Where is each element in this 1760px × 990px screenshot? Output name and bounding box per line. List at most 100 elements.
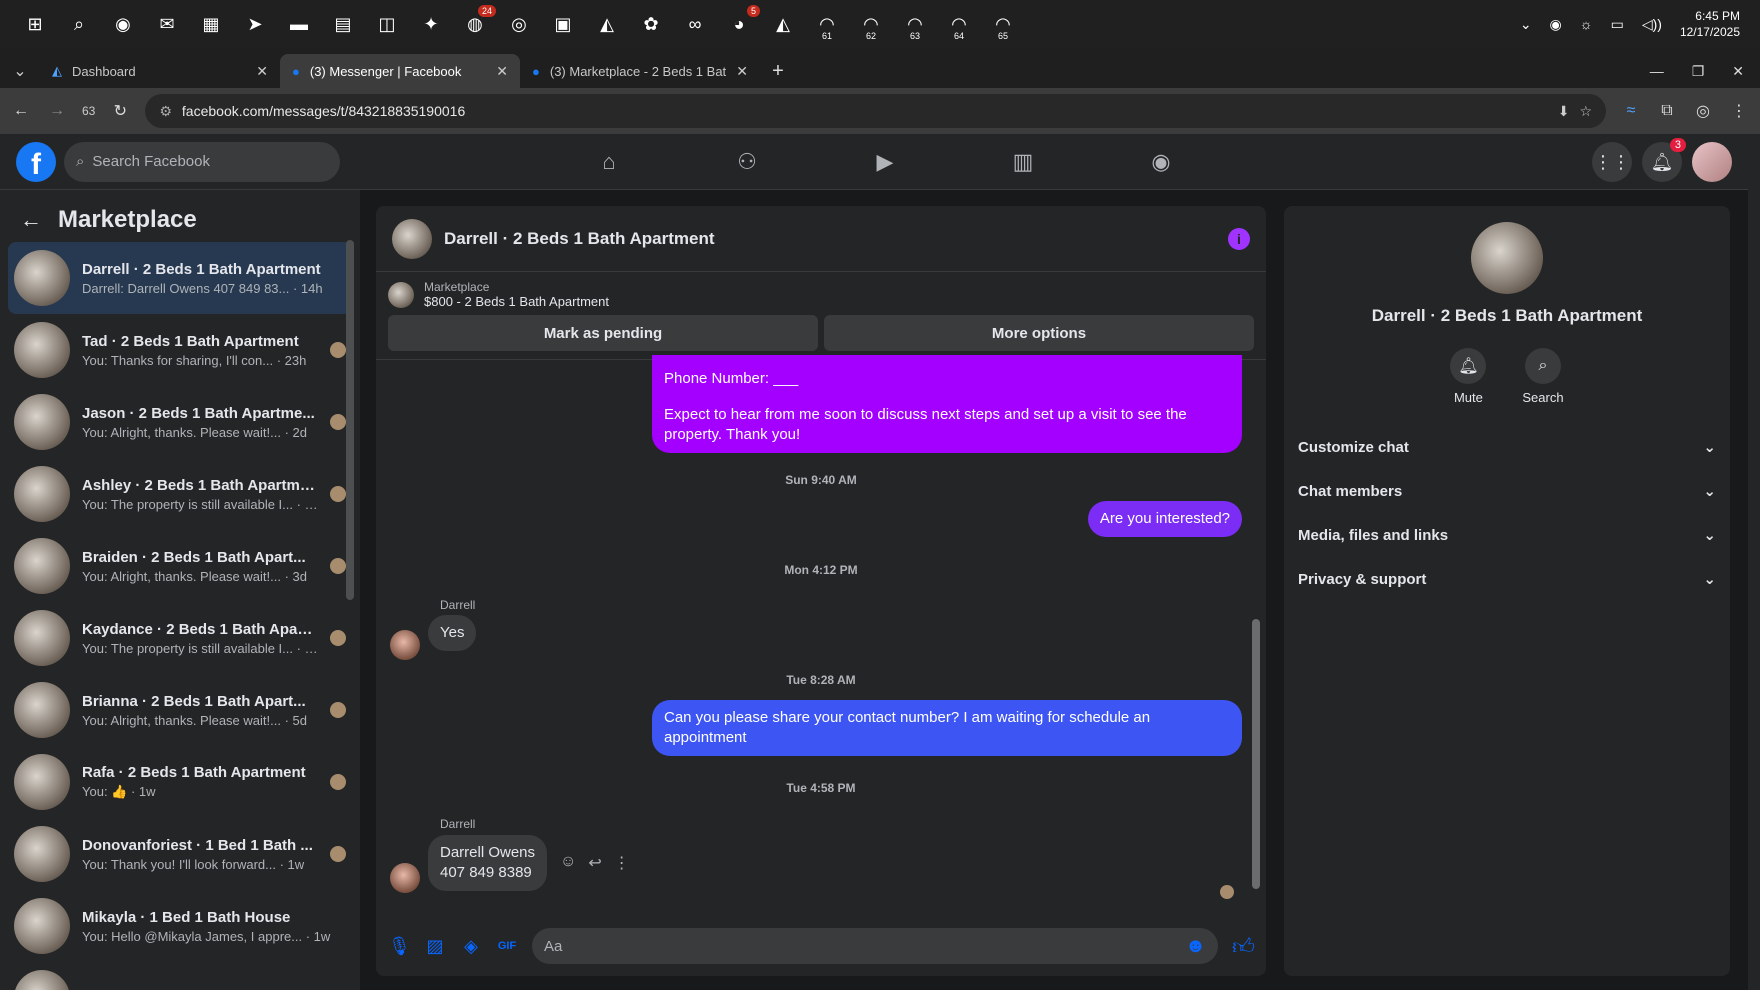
app-icon[interactable]: ◫ [370, 7, 404, 41]
message-bubble-outgoing[interactable]: Are you interested? [1087, 501, 1242, 537]
account-avatar[interactable] [1692, 142, 1732, 182]
search-icon[interactable]: ⌕ [62, 7, 96, 41]
section-media-files-links[interactable]: Media, files and links ⌄ [1298, 513, 1716, 557]
security-icon[interactable]: ◉ [1550, 16, 1562, 33]
folder-icon[interactable]: ▬ [282, 7, 316, 41]
video-icon[interactable]: ▶ [816, 134, 954, 190]
mail-icon[interactable]: ✉ [150, 7, 184, 41]
profile-63-icon[interactable]: ◠ 63 [898, 7, 932, 42]
conversation-item[interactable]: Kaydance · 2 Beds 1 Bath Apart... You: Th… [8, 602, 352, 674]
reply-icon[interactable]: ↩ [588, 853, 601, 873]
notepad-icon[interactable]: ▤ [326, 7, 360, 41]
sail-app-icon[interactable]: ◭ [766, 7, 800, 41]
tab-messenger[interactable]: ● (3) Messenger | Facebook ✕ [280, 54, 520, 88]
conversation-item[interactable]: Alexis · 2 Beds 1 Bath Apartment [8, 962, 352, 990]
tab-dashboard[interactable]: ◭ Dashboard ✕ [40, 54, 280, 88]
notifications-icon[interactable]: 🔔︎ 3 [1642, 138, 1686, 182]
star-icon[interactable]: ☆ [1579, 103, 1592, 120]
tool-icon[interactable]: ✦ [414, 7, 448, 41]
section-privacy-support[interactable]: Privacy & support ⌄ [1298, 557, 1716, 601]
more-icon[interactable]: ⋮ [614, 853, 630, 873]
close-icon[interactable]: ✕ [256, 63, 268, 80]
conversation-item[interactable]: Braiden · 2 Beds 1 Bath Apart... You: Alr… [8, 530, 352, 602]
conversation-item[interactable]: Tad · 2 Beds 1 Bath Apartment You: Thanks… [8, 314, 352, 386]
sidebar-scrollbar[interactable] [346, 240, 354, 600]
network-icon[interactable]: ▭ [1611, 16, 1624, 33]
clock[interactable]: 6:45 PM 12/17/2025 [1680, 8, 1740, 40]
menu-grid-icon[interactable]: ⋮⋮ [1592, 142, 1632, 182]
listing-title[interactable]: $800 - 2 Beds 1 Bath Apartment [424, 294, 609, 309]
back-arrow-icon[interactable]: ← [20, 207, 42, 233]
chrome-remote-icon[interactable]: ◎ [502, 7, 536, 41]
message-bubble-outgoing[interactable]: Can you please share your contact number… [652, 700, 1242, 756]
whatsapp-icon[interactable]: ◍ 24 [458, 5, 496, 41]
conversation-item[interactable]: Mikayla · 1 Bed 1 Bath House You: Hello @… [8, 890, 352, 962]
back-icon[interactable]: ← [10, 102, 32, 120]
forward-icon[interactable]: → [46, 102, 68, 120]
microphone-icon[interactable]: 🎙︎ [388, 936, 411, 957]
new-tab-button[interactable]: + [760, 54, 796, 88]
close-icon[interactable]: ✕ [736, 63, 748, 80]
brightness-icon[interactable]: ☼ [1580, 16, 1593, 32]
profile-61-icon[interactable]: ◠ 61 [810, 7, 844, 42]
react-icon[interactable]: ☺ [560, 853, 576, 873]
message-bubble-outgoing[interactable]: Phone Number: ___ Expect to hear from me… [652, 355, 1242, 453]
page-scrollbar[interactable] [1748, 134, 1760, 990]
emoji-icon[interactable]: ☻ [1185, 935, 1206, 958]
section-customize-chat[interactable]: Customize chat ⌄ [1298, 425, 1716, 469]
url-field[interactable]: ⚙ facebook.com/messages/t/84321883519001… [145, 94, 1606, 128]
profile-64-icon[interactable]: ◠ 64 [942, 7, 976, 42]
color-icon[interactable]: ✿ [634, 7, 668, 41]
facebook-logo-icon[interactable]: f [16, 141, 56, 182]
conversation-item[interactable]: Donovanforiest · 1 Bed 1 Bath ... You: Th… [8, 818, 352, 890]
sender-avatar[interactable] [390, 630, 420, 660]
chat-title[interactable]: Darrell · 2 Beds 1 Bath Apartment [444, 229, 1216, 249]
mute-button[interactable]: 🔔︎ Mute [1450, 348, 1487, 405]
chevron-up-icon[interactable]: ⌄ [1520, 16, 1532, 33]
chrome-icon[interactable]: ◕ 5 [722, 5, 760, 41]
tab-search-icon[interactable]: ⌄ [0, 54, 40, 88]
listing-thumbnail[interactable] [388, 281, 414, 308]
conversation-item[interactable]: Brianna · 2 Beds 1 Bath Apart... You: Alr… [8, 674, 352, 746]
thumbs-up-icon[interactable]: 👍︎ [1232, 933, 1255, 960]
sender-avatar[interactable] [390, 863, 420, 893]
conversation-item[interactable]: Ashley · 2 Beds 1 Bath Apartment You: The… [8, 458, 352, 530]
conversation-item[interactable]: Jason · 2 Beds 1 Bath Apartme... You: Alr… [8, 386, 352, 458]
more-options-button[interactable]: More options [824, 315, 1254, 351]
edge-icon[interactable]: ◉ [106, 7, 140, 41]
chat-scrollbar[interactable] [1252, 369, 1260, 909]
close-window-icon[interactable]: ✕ [1732, 63, 1744, 80]
search-facebook-input[interactable]: ⌕ Search Facebook [64, 141, 340, 182]
message-bubble-incoming[interactable]: Yes [428, 615, 477, 651]
mark-as-pending-button[interactable]: Mark as pending [388, 315, 818, 351]
info-icon[interactable]: i [1228, 227, 1250, 250]
reload-icon[interactable]: ↻ [109, 101, 131, 121]
menu-icon[interactable]: ⋮ [1728, 101, 1750, 121]
home-icon[interactable]: ⌂ [540, 134, 678, 190]
sail-icon[interactable]: ◭ [590, 7, 624, 41]
gif-icon[interactable]: GIF [496, 940, 518, 952]
profile-icon[interactable]: ◎ [1692, 101, 1714, 121]
windows-start-icon[interactable]: ⊞ [18, 7, 52, 41]
extension-active-icon[interactable]: ≈ [1620, 102, 1642, 120]
tab-marketplace[interactable]: ● (3) Marketplace - 2 Beds 1 Bath ✕ [520, 54, 760, 88]
chat-avatar[interactable] [392, 218, 432, 259]
lock-app-icon[interactable]: ▣ [546, 7, 580, 41]
volume-icon[interactable]: ◁)) [1642, 16, 1662, 33]
telegram-icon[interactable]: ➤ [238, 7, 272, 41]
friends-icon[interactable]: ⚇ [678, 134, 816, 190]
section-chat-members[interactable]: Chat members ⌄ [1298, 469, 1716, 513]
minimize-icon[interactable]: — [1650, 63, 1664, 80]
conversation-item[interactable]: Darrell · 2 Beds 1 Bath Apartment Darrell… [8, 242, 352, 314]
marketplace-icon[interactable]: ▥ [954, 134, 1092, 190]
conversation-item[interactable]: Rafa · 2 Beds 1 Bath Apartment You: 👍 · 1… [8, 746, 352, 818]
restore-icon[interactable]: ❐ [1692, 63, 1705, 80]
search-conversation-button[interactable]: ⌕ Search [1522, 348, 1564, 405]
loop-icon[interactable]: ∞ [678, 7, 712, 41]
photo-icon[interactable]: ▨ [424, 936, 446, 957]
profile-65-icon[interactable]: ◠ 65 [986, 7, 1020, 42]
profile-62-icon[interactable]: ◠ 62 [854, 7, 888, 42]
contact-avatar[interactable] [1471, 222, 1543, 294]
store-icon[interactable]: ▦ [194, 7, 228, 41]
message-bubble-incoming[interactable]: Darrell Owens 407 849 8389 [428, 835, 548, 891]
